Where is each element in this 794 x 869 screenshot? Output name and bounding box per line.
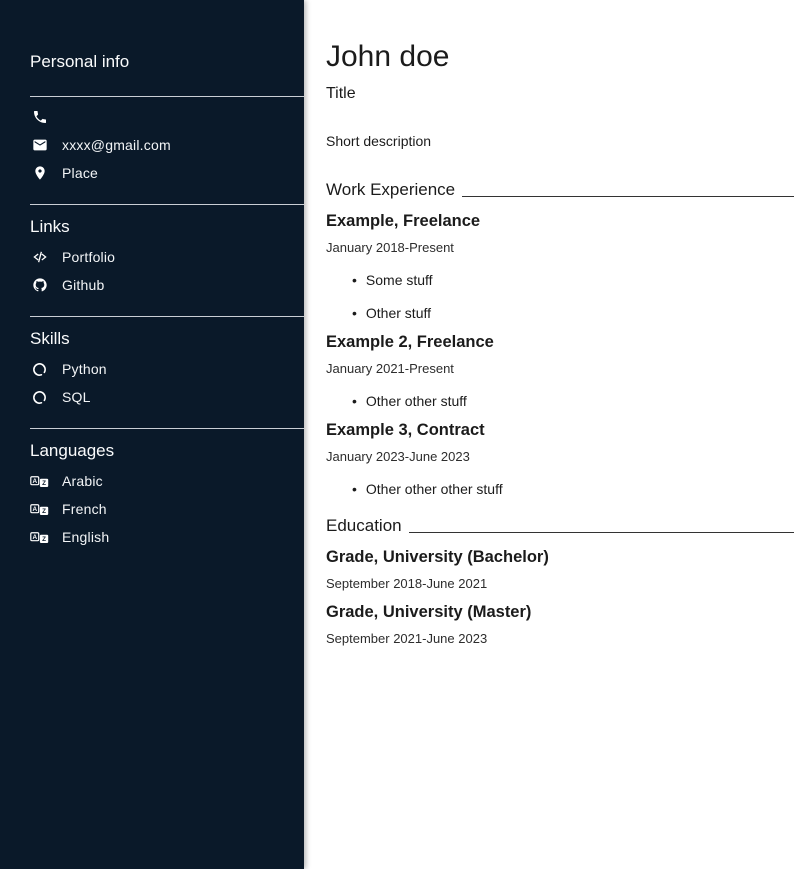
sidebar-language-label: English [62,529,109,545]
resume-entry: Grade, University (Master) September 202… [326,602,794,647]
sidebar-link-item[interactable]: Github [30,271,304,299]
sidebar-link-label[interactable]: Github [62,277,104,293]
resume-entry: Example 2, Freelance January 2021-Presen… [326,332,794,410]
entry-dates: January 2018-Present [326,240,794,256]
personal-info-list: xxxx@gmail.com Place [30,103,304,187]
resume-section: Education Grade, University (Bachelor) S… [326,515,794,647]
sidebar-language-item: Arabic [30,467,304,495]
sidebar: Personal info xxxx@gmail.com Place [0,0,304,869]
sidebar-language-item: French [30,495,304,523]
sidebar-heading-languages: Languages [30,441,304,461]
bullet-dot: • [352,481,357,498]
sidebar-language-label: Arabic [62,473,103,489]
bullet-text: Other other other stuff [366,481,503,498]
sidebar-language-label: French [62,501,107,517]
divider [30,96,304,97]
resume-section: Work Experience Example, Freelance Janua… [326,179,794,498]
bullet-item: • Other other other stuff [352,481,794,498]
sidebar-item [30,103,304,131]
resume-entry: Example, Freelance January 2018-Present … [326,211,794,322]
sidebar-link-item[interactable]: Portfolio [30,243,304,271]
sidebar-heading-personal-info: Personal info [30,52,304,72]
bullet-text: Some stuff [366,272,433,289]
sidebar-item: xxxx@gmail.com [30,131,304,159]
sidebar-heading-skills: Skills [30,329,304,349]
entry-title: Example, Freelance [326,211,794,231]
person-title: Title [326,84,794,103]
entry-dates: September 2018-June 2021 [326,576,794,592]
resume-sections: Work Experience Example, Freelance Janua… [326,179,794,647]
sidebar-link-label[interactable]: Portfolio [62,249,115,265]
bullet-text: Other stuff [366,305,431,322]
divider [30,428,304,429]
sidebar-language-item: English [30,523,304,551]
email-icon [30,137,49,153]
resume-page: Personal info xxxx@gmail.com Place [0,0,794,869]
languages-list: Arabic French English [30,467,304,551]
resume-entry: Grade, University (Bachelor) September 2… [326,547,794,592]
section-entries: Example, Freelance January 2018-Present … [326,211,794,498]
entry-bullets: • Other other stuff [326,393,794,410]
bullet-text: Other other stuff [366,393,467,410]
sidebar-skill-item: SQL [30,383,304,411]
sidebar-section-skills: Skills Python SQL [30,316,304,411]
divider [30,316,304,317]
bullet-item: • Other stuff [352,305,794,322]
section-heading-rule [462,196,794,197]
divider [30,204,304,205]
sidebar-item: Place [30,159,304,187]
entry-title: Example 2, Freelance [326,332,794,352]
links-list: Portfolio Github [30,243,304,299]
entry-bullets: • Other other other stuff [326,481,794,498]
bullet-dot: • [352,393,357,410]
bullet-item: • Some stuff [352,272,794,289]
section-heading: Work Experience [326,179,794,201]
person-name: John doe [326,40,794,74]
phone-icon [30,109,49,125]
resume-entry: Example 3, Contract January 2023-June 20… [326,420,794,498]
sidebar-skill-label: Python [62,361,107,377]
entry-bullets: • Some stuff • Other stuff [326,272,794,322]
language-icon [30,528,49,547]
section-heading-text: Education [326,515,402,537]
entry-dates: January 2021-Present [326,361,794,377]
entry-dates: January 2023-June 2023 [326,449,794,465]
skill-icon [30,362,49,377]
github-icon [30,277,49,293]
sidebar-item-label: xxxx@gmail.com [62,137,171,153]
bullet-item: • Other other stuff [352,393,794,410]
section-heading: Education [326,515,794,537]
code-icon [30,249,49,265]
sidebar-section-links: Links Portfolio Github [30,204,304,299]
sidebar-skill-label: SQL [62,389,91,405]
language-icon [30,472,49,491]
section-heading-text: Work Experience [326,179,455,201]
section-heading-rule [409,532,794,533]
bullet-dot: • [352,305,357,322]
section-entries: Grade, University (Bachelor) September 2… [326,547,794,647]
language-icon [30,500,49,519]
sidebar-section-languages: Languages Arabic French Engli [30,428,304,551]
skill-icon [30,390,49,405]
sidebar-heading-links: Links [30,217,304,237]
entry-dates: September 2021-June 2023 [326,631,794,647]
sidebar-item-label: Place [62,165,98,181]
entry-title: Grade, University (Master) [326,602,794,622]
resume-main: John doe Title Short description Work Ex… [304,0,794,869]
entry-title: Example 3, Contract [326,420,794,440]
bullet-dot: • [352,272,357,289]
skills-list: Python SQL [30,355,304,411]
short-description: Short description [326,133,794,150]
sidebar-skill-item: Python [30,355,304,383]
entry-title: Grade, University (Bachelor) [326,547,794,567]
place-icon [30,165,49,181]
